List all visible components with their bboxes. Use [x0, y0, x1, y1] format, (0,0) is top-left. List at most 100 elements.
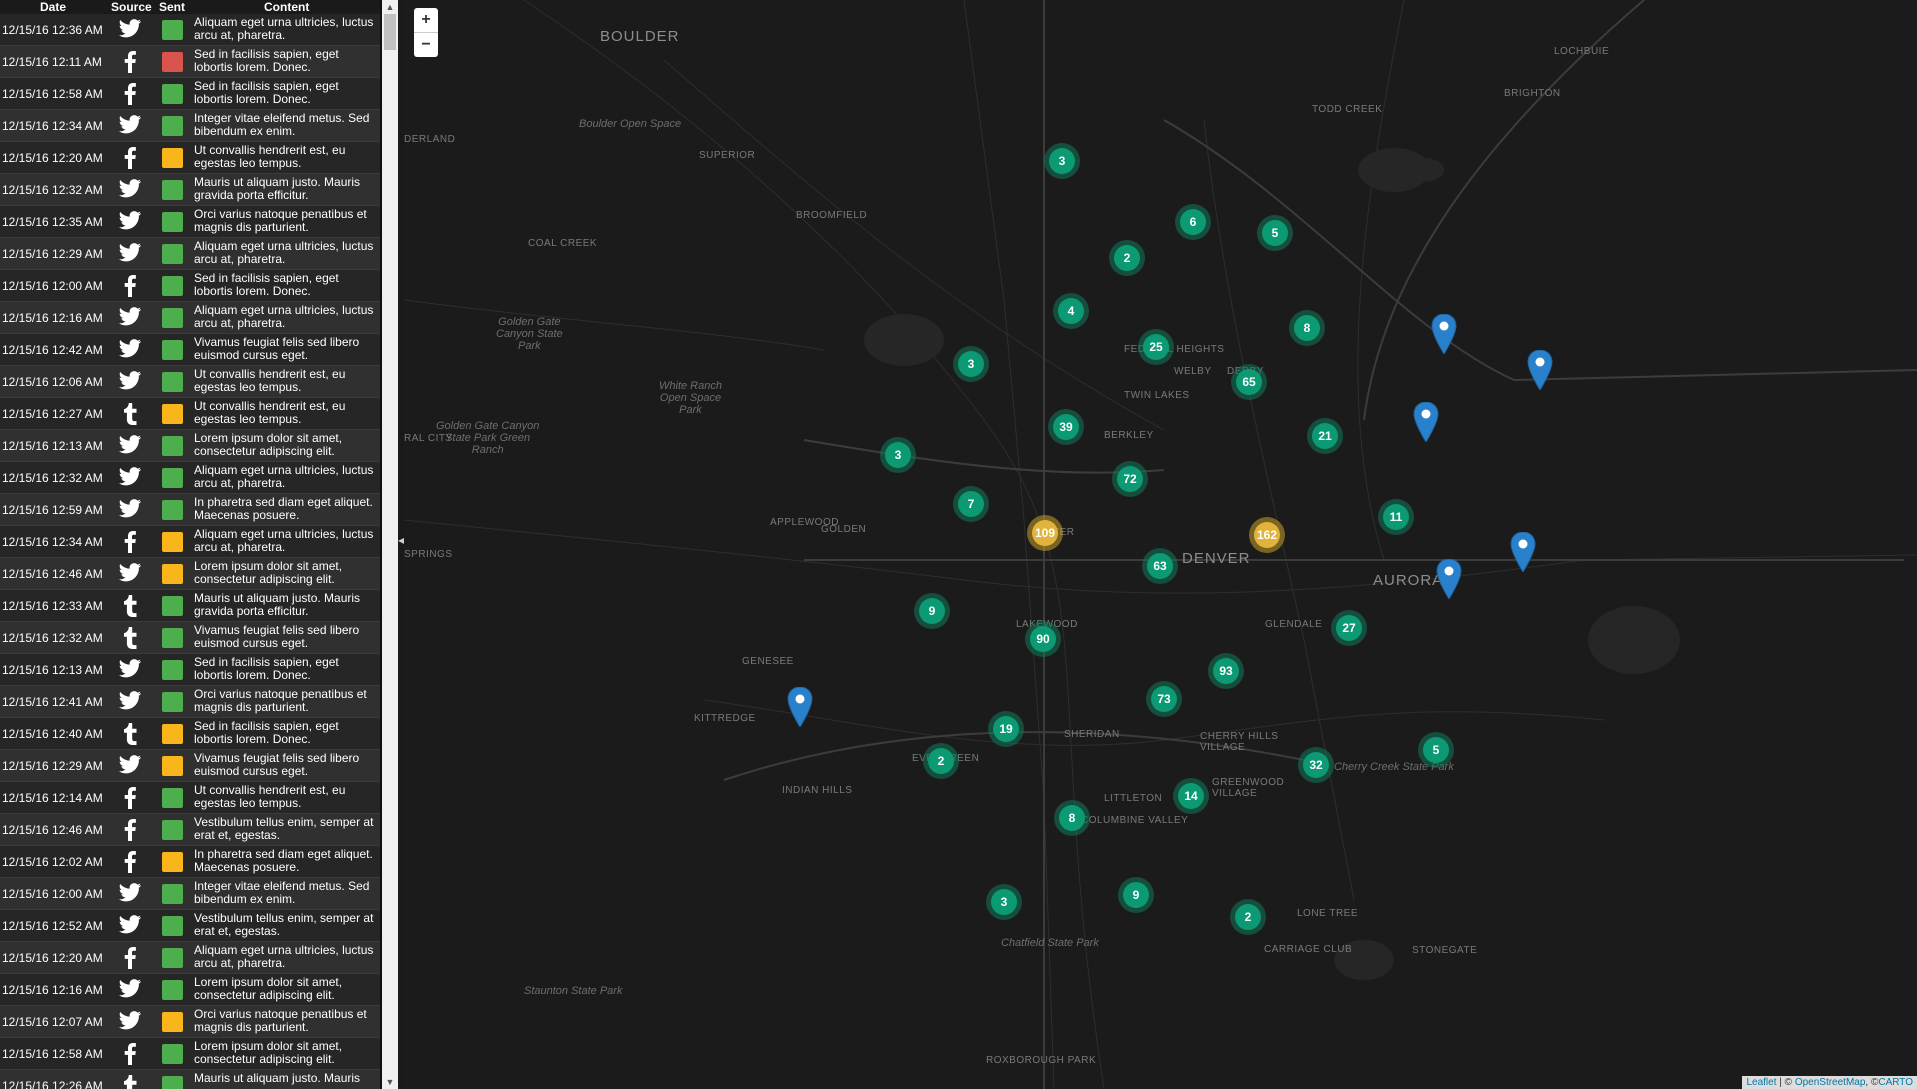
table-row[interactable]: 12/15/16 12:34 AM Integer vitae eleifend … [0, 110, 380, 142]
table-row[interactable]: 12/15/16 12:29 AM Aliquam eget urna ultri… [0, 238, 380, 270]
table-row[interactable]: 12/15/16 12:36 AM Aliquam eget urna ultri… [0, 14, 380, 46]
marker-cluster[interactable]: 39 [1048, 409, 1084, 445]
table-row[interactable]: 12/15/16 12:58 AM Lorem ipsum dolor sit a… [0, 1038, 380, 1070]
table-row[interactable]: 12/15/16 12:33 AM Mauris ut aliquam justo… [0, 590, 380, 622]
marker-cluster[interactable]: 72 [1112, 461, 1148, 497]
scroll-thumb[interactable] [384, 14, 396, 50]
marker-cluster[interactable]: 7 [953, 486, 989, 522]
table-row[interactable]: 12/15/16 12:20 AM Ut convallis hendrerit … [0, 142, 380, 174]
table-row[interactable]: 12/15/16 12:59 AM In pharetra sed diam eg… [0, 494, 380, 526]
map-pin-icon[interactable] [1436, 558, 1462, 600]
map-pin-icon[interactable] [1431, 313, 1457, 355]
table-row[interactable]: 12/15/16 12:00 AM Integer vitae eleifend … [0, 878, 380, 910]
marker-cluster[interactable]: 3 [986, 884, 1022, 920]
marker-cluster[interactable]: 9 [1118, 877, 1154, 913]
table-row[interactable]: 12/15/16 12:06 AM Ut convallis hendrerit … [0, 366, 380, 398]
table-row[interactable]: 12/15/16 12:20 AM Aliquam eget urna ultri… [0, 942, 380, 974]
table-row[interactable]: 12/15/16 12:13 AM Lorem ipsum dolor sit a… [0, 430, 380, 462]
row-date: 12/15/16 12:34 AM [2, 119, 103, 133]
row-date: 12/15/16 12:27 AM [2, 407, 103, 421]
table-row[interactable]: 12/15/16 12:00 AM Sed in facilisis sapien… [0, 270, 380, 302]
table-row[interactable]: 12/15/16 12:14 AM Ut convallis hendrerit … [0, 782, 380, 814]
row-content: Sed in facilisis sapien, eget lobortis l… [194, 79, 339, 106]
marker-cluster[interactable]: 73 [1146, 681, 1182, 717]
marker-cluster[interactable]: 27 [1331, 610, 1367, 646]
table-row[interactable]: 12/15/16 12:16 AM Aliquam eget urna ultri… [0, 302, 380, 334]
cluster-count: 27 [1336, 615, 1362, 641]
marker-cluster[interactable]: 4 [1053, 293, 1089, 329]
marker-cluster[interactable]: 3 [880, 437, 916, 473]
table-row[interactable]: 12/15/16 12:58 AM Sed in facilisis sapien… [0, 78, 380, 110]
table-row[interactable]: 12/15/16 12:46 AM Lorem ipsum dolor sit a… [0, 558, 380, 590]
header-source[interactable]: Source [111, 0, 152, 14]
header-date[interactable]: Date [40, 0, 66, 14]
marker-cluster[interactable]: 14 [1173, 778, 1209, 814]
map-pin-icon[interactable] [1527, 349, 1553, 391]
marker-cluster[interactable]: 8 [1054, 800, 1090, 836]
table-row[interactable]: 12/15/16 12:13 AM Sed in facilisis sapien… [0, 654, 380, 686]
table-row[interactable]: 12/15/16 12:41 AM Orci varius natoque pen… [0, 686, 380, 718]
marker-cluster[interactable]: 11 [1378, 499, 1414, 535]
table-row[interactable]: 12/15/16 12:34 AM Aliquam eget urna ultri… [0, 526, 380, 558]
twitter-icon [117, 179, 143, 201]
marker-cluster[interactable]: 9 [914, 593, 950, 629]
marker-cluster[interactable]: 6 [1175, 204, 1211, 240]
table-row[interactable]: 12/15/16 12:11 AM Sed in facilisis sapien… [0, 46, 380, 78]
map[interactable]: BOULDER LOCHBUIE BRIGHTON TODD CREEK Boulder… [404, 0, 1917, 1089]
row-date: 12/15/16 12:32 AM [2, 183, 103, 197]
map-pin-icon[interactable] [1510, 531, 1536, 573]
sentiment-swatch [162, 1012, 183, 1032]
table-row[interactable]: 12/15/16 12:40 AM Sed in facilisis sapien… [0, 718, 380, 750]
marker-cluster[interactable]: 19 [988, 711, 1024, 747]
map-pin-icon[interactable] [1413, 401, 1439, 443]
marker-cluster[interactable]: 93 [1208, 653, 1244, 689]
marker-cluster[interactable]: 2 [1230, 899, 1266, 935]
table-row[interactable]: 12/15/16 12:32 AM Mauris ut aliquam justo… [0, 174, 380, 206]
marker-cluster[interactable]: 162 [1249, 517, 1285, 553]
marker-cluster[interactable]: 2 [1109, 240, 1145, 276]
table-row[interactable]: 12/15/16 12:16 AM Lorem ipsum dolor sit a… [0, 974, 380, 1006]
marker-cluster[interactable]: 25 [1138, 329, 1174, 365]
marker-cluster[interactable]: 3 [1044, 143, 1080, 179]
cluster-count: 8 [1059, 805, 1085, 831]
table-row[interactable]: 12/15/16 12:35 AM Orci varius natoque pen… [0, 206, 380, 238]
tumblr-icon [117, 723, 143, 745]
cluster-count: 9 [919, 598, 945, 624]
list-scrollbar[interactable]: ▲ ▼ [382, 0, 398, 1089]
table-row[interactable]: 12/15/16 12:52 AM Vestibulum tellus enim,… [0, 910, 380, 942]
table-row[interactable]: 12/15/16 12:07 AM Orci varius natoque pen… [0, 1006, 380, 1038]
place-label: CHERRY HILLS VILLAGE [1200, 731, 1279, 753]
table-row[interactable]: 12/15/16 12:26 AM Mauris ut aliquam justo… [0, 1070, 380, 1089]
zoom-out-button[interactable]: − [414, 33, 438, 57]
marker-cluster[interactable]: 5 [1257, 215, 1293, 251]
marker-cluster[interactable]: 3 [953, 346, 989, 382]
leaflet-link[interactable]: Leaflet [1746, 1077, 1776, 1088]
scroll-down-arrow-icon[interactable]: ▼ [382, 1075, 398, 1089]
marker-cluster[interactable]: 63 [1142, 548, 1178, 584]
marker-cluster[interactable]: 109 [1027, 515, 1063, 551]
marker-cluster[interactable]: 5 [1418, 732, 1454, 768]
table-row[interactable]: 12/15/16 12:32 AM Vivamus feugiat felis s… [0, 622, 380, 654]
table-row[interactable]: 12/15/16 12:32 AM Aliquam eget urna ultri… [0, 462, 380, 494]
header-sent[interactable]: Sent [159, 0, 185, 14]
sentiment-swatch [162, 180, 183, 200]
carto-link[interactable]: CARTO [1878, 1077, 1913, 1088]
marker-cluster[interactable]: 8 [1289, 310, 1325, 346]
scroll-up-arrow-icon[interactable]: ▲ [382, 0, 398, 14]
row-date: 12/15/16 12:32 AM [2, 471, 103, 485]
place-label: Golden Gate Canyon State Park [496, 316, 563, 352]
header-content[interactable]: Content [264, 0, 309, 14]
table-row[interactable]: 12/15/16 12:02 AM In pharetra sed diam eg… [0, 846, 380, 878]
table-row[interactable]: 12/15/16 12:29 AM Vivamus feugiat felis s… [0, 750, 380, 782]
zoom-in-button[interactable]: + [414, 8, 438, 33]
map-pin-icon[interactable] [787, 686, 813, 728]
marker-cluster[interactable]: 21 [1307, 418, 1343, 454]
table-row[interactable]: 12/15/16 12:46 AM Vestibulum tellus enim,… [0, 814, 380, 846]
marker-cluster[interactable]: 65 [1231, 364, 1267, 400]
osm-link[interactable]: OpenStreetMap [1795, 1077, 1866, 1088]
marker-cluster[interactable]: 90 [1025, 621, 1061, 657]
table-row[interactable]: 12/15/16 12:42 AM Vivamus feugiat felis s… [0, 334, 380, 366]
table-row[interactable]: 12/15/16 12:27 AM Ut convallis hendrerit … [0, 398, 380, 430]
marker-cluster[interactable]: 2 [923, 743, 959, 779]
marker-cluster[interactable]: 32 [1298, 747, 1334, 783]
